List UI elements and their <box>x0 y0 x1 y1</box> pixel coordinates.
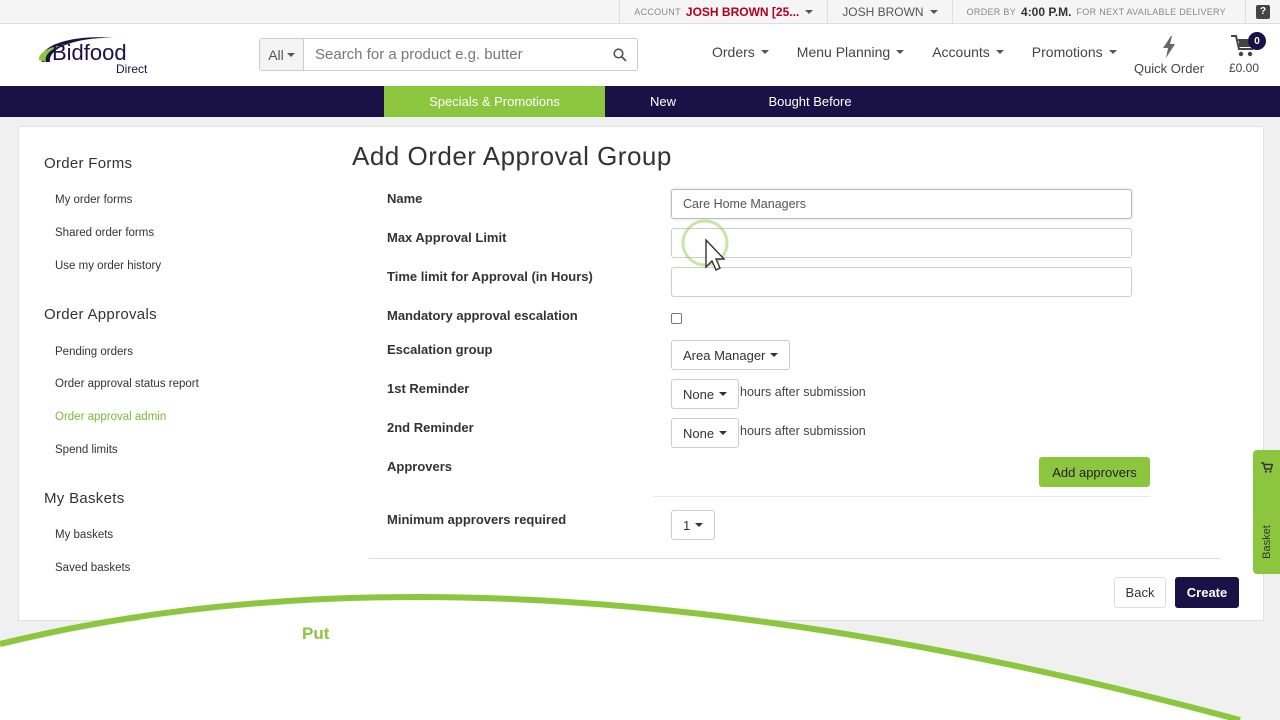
logo-swoosh-icon: Bidfood Direct <box>38 37 148 76</box>
tab-specials-promotions[interactable]: Specials & Promotions <box>384 86 605 117</box>
nav-menu-planning[interactable]: Menu Planning <box>796 44 905 60</box>
time-limit-label: Time limit for Approval (in Hours) <box>387 269 593 284</box>
minimum-approvers-label: Minimum approvers required <box>387 512 567 527</box>
chevron-down-icon <box>760 50 769 54</box>
search-input[interactable] <box>304 39 603 70</box>
minimum-approvers-dropdown[interactable]: 1 <box>671 510 716 540</box>
sidebar-item-shared-order-forms[interactable]: Shared order forms <box>55 227 154 239</box>
page-title: Add Order Approval Group <box>352 141 672 171</box>
create-button[interactable]: Create <box>1175 577 1239 608</box>
help-icon: ? <box>1256 4 1270 19</box>
sidebar-item-my-order-forms[interactable]: My order forms <box>55 194 132 206</box>
user-name: JOSH BROWN <box>842 4 924 19</box>
chevron-down-icon <box>896 50 905 54</box>
divider <box>653 496 1150 497</box>
quick-order-button[interactable]: Quick Order <box>1130 36 1208 76</box>
nav-promotions[interactable]: Promotions <box>1032 44 1117 60</box>
quick-order-label: Quick Order <box>1133 61 1205 76</box>
account-name: JOSH BROWN [25... <box>685 4 800 19</box>
chevron-down-icon <box>719 392 728 396</box>
second-reminder-value: None <box>683 425 715 441</box>
overlay-text: Put <box>302 624 330 643</box>
divider <box>369 558 1221 559</box>
sidebar-heading-order-forms: Order Forms <box>44 155 133 172</box>
main-header: Bidfood Direct All Orders Menu Planning … <box>0 24 1280 86</box>
top-utility-bar: ACCOUNT JOSH BROWN [25... JOSH BROWN ORD… <box>0 0 1280 24</box>
account-selector[interactable]: ACCOUNT JOSH BROWN [25... <box>619 0 827 24</box>
order-cutoff-suffix: FOR NEXT AVAILABLE DELIVERY <box>1076 6 1226 17</box>
lightning-icon <box>1163 36 1175 58</box>
first-reminder-value: None <box>683 386 715 402</box>
nav-accounts[interactable]: Accounts <box>932 44 1004 60</box>
name-field[interactable]: Care Home Managers <box>671 189 1132 219</box>
cart-total: £0.00 <box>1228 61 1260 75</box>
search-scope-dropdown[interactable]: All <box>260 39 304 70</box>
cart-button[interactable]: 0 £0.00 <box>1222 32 1266 75</box>
order-cutoff-time: 4:00 P.M. <box>1021 4 1072 19</box>
first-reminder-dropdown[interactable]: None <box>671 379 740 409</box>
order-cutoff-info: ORDER BY 4:00 P.M. FOR NEXT AVAILABLE DE… <box>951 0 1245 24</box>
escalation-group-dropdown[interactable]: Area Manager <box>671 340 791 370</box>
chevron-down-icon <box>695 523 704 527</box>
basket-tab-label: Basket <box>1260 525 1273 559</box>
minimum-approvers-value: 1 <box>683 517 691 533</box>
escalation-group-label: Escalation group <box>387 342 493 357</box>
second-reminder-label: 2nd Reminder <box>387 420 474 435</box>
content-panel: Order Forms My order forms Shared order … <box>18 126 1264 621</box>
chevron-down-icon <box>1108 50 1117 54</box>
nav-promotions-label: Promotions <box>1031 44 1103 60</box>
chevron-down-icon <box>805 9 814 14</box>
nav-menu-planning-label: Menu Planning <box>796 44 891 60</box>
max-approval-limit-label: Max Approval Limit <box>387 230 507 245</box>
sidebar-heading-my-baskets: My Baskets <box>44 490 125 507</box>
time-limit-field[interactable] <box>671 267 1132 297</box>
first-reminder-label: 1st Reminder <box>387 381 470 396</box>
second-reminder-hint: hours after submission <box>740 424 866 438</box>
chevron-down-icon <box>929 9 938 14</box>
chevron-down-icon <box>719 431 728 435</box>
chevron-down-icon <box>770 353 779 357</box>
help-button[interactable]: ? <box>1245 0 1280 24</box>
nav-orders-label: Orders <box>712 44 755 60</box>
escalation-group-value: Area Manager <box>683 347 766 363</box>
sidebar-item-use-my-order-history[interactable]: Use my order history <box>55 260 161 272</box>
sidebar-item-my-baskets[interactable]: My baskets <box>55 529 113 541</box>
basket-side-tab[interactable]: Basket <box>1253 450 1280 574</box>
back-button[interactable]: Back <box>1114 577 1166 608</box>
cart-icon <box>1261 462 1273 473</box>
name-label: Name <box>387 191 423 206</box>
order-by-label: ORDER BY <box>966 6 1017 17</box>
category-bar: Specials & Promotions New Bought Before <box>0 86 1280 117</box>
chevron-down-icon <box>286 52 295 57</box>
first-reminder-hint: hours after submission <box>740 385 866 399</box>
cart-count-badge: 0 <box>1248 32 1266 50</box>
sidebar-item-order-approval-admin[interactable]: Order approval admin <box>55 411 166 423</box>
second-reminder-dropdown[interactable]: None <box>671 418 740 448</box>
chevron-down-icon <box>995 50 1004 54</box>
account-small-label: ACCOUNT <box>634 6 681 17</box>
mandatory-escalation-checkbox[interactable] <box>671 313 682 324</box>
search-bar: All <box>259 38 638 71</box>
sidebar-heading-order-approvals: Order Approvals <box>44 306 157 323</box>
logo-subtext: Direct <box>116 62 148 76</box>
user-menu[interactable]: JOSH BROWN <box>827 0 951 24</box>
add-approvers-button[interactable]: Add approvers <box>1039 457 1150 487</box>
mandatory-escalation-label: Mandatory approval escalation <box>387 308 578 323</box>
bidfood-logo[interactable]: Bidfood Direct <box>36 32 160 78</box>
nav-orders[interactable]: Orders <box>712 44 769 60</box>
sidebar-item-spend-limits[interactable]: Spend limits <box>55 444 118 456</box>
tab-new[interactable]: New <box>620 86 706 117</box>
max-approval-limit-field[interactable] <box>671 228 1132 258</box>
nav-accounts-label: Accounts <box>932 44 990 60</box>
sidebar-item-order-approval-status-report[interactable]: Order approval status report <box>55 378 199 390</box>
search-scope-label: All <box>268 46 284 63</box>
main-navigation: Orders Menu Planning Accounts Promotions <box>712 44 1117 60</box>
sidebar-item-saved-baskets[interactable]: Saved baskets <box>55 562 130 574</box>
sidebar-item-pending-orders[interactable]: Pending orders <box>55 346 133 358</box>
tab-bought-before[interactable]: Bought Before <box>750 86 870 117</box>
approvers-label: Approvers <box>387 459 453 474</box>
search-icon[interactable] <box>603 47 637 62</box>
